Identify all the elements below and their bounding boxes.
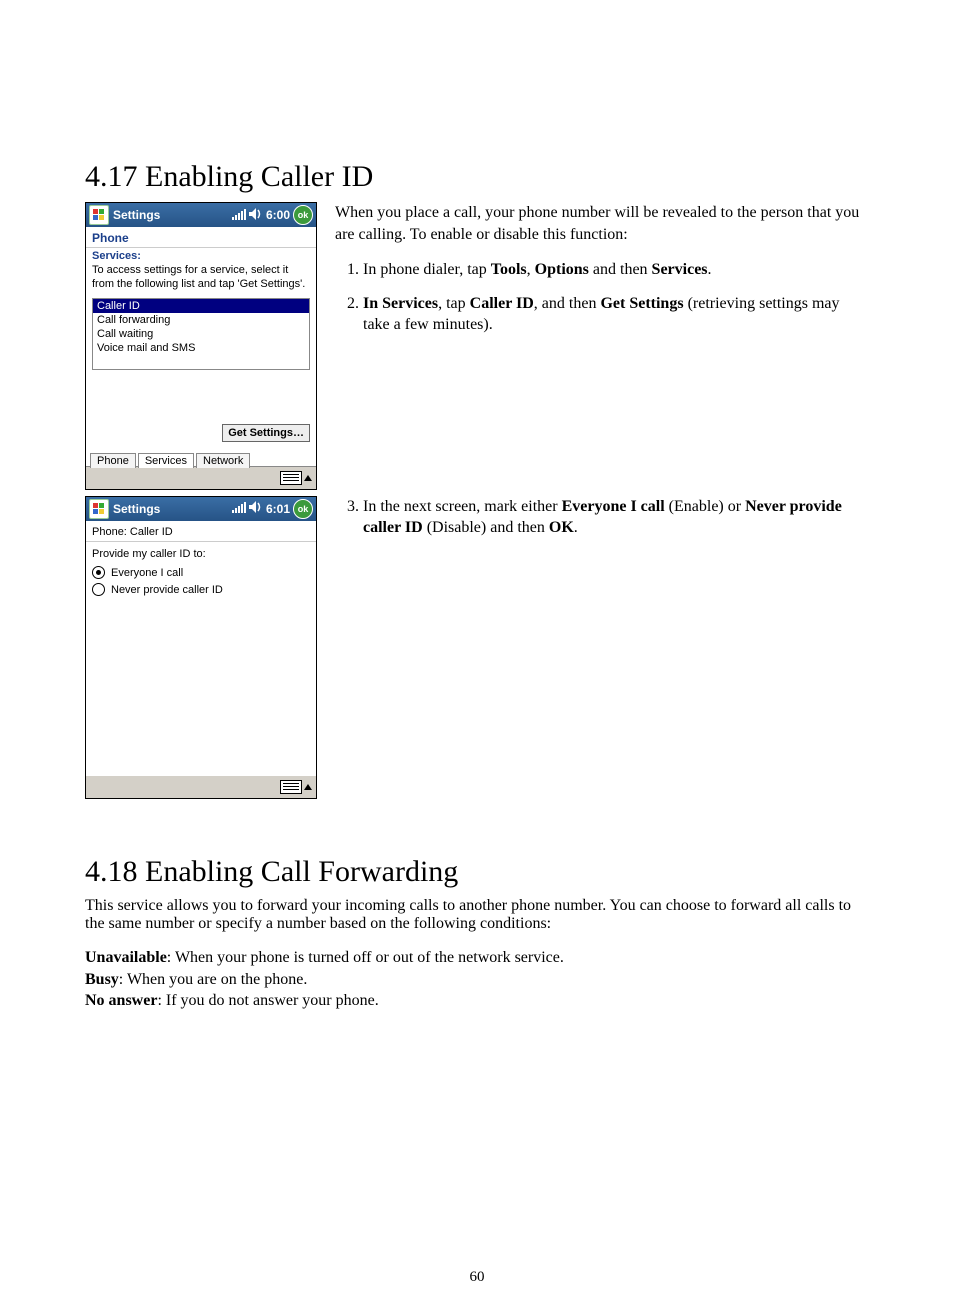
app-title: Phone bbox=[86, 227, 316, 247]
b: Unavailable bbox=[85, 949, 167, 966]
clock: 6:01 bbox=[266, 502, 290, 516]
cond-noanswer: No answer: If you do not answer your pho… bbox=[85, 990, 869, 1012]
b: Tools bbox=[491, 261, 527, 278]
provide-label: Provide my caller ID to: bbox=[86, 542, 316, 564]
b: Get Settings bbox=[600, 295, 683, 312]
services-listbox[interactable]: Caller ID Call forwarding Call waiting V… bbox=[92, 298, 310, 370]
intro-417: When you place a call, your phone number… bbox=[335, 202, 869, 245]
b: Busy bbox=[85, 971, 119, 988]
radio-icon[interactable] bbox=[92, 566, 105, 579]
b: Everyone I call bbox=[562, 498, 665, 515]
titlebar: Settings 6:00 ok bbox=[86, 203, 316, 227]
bottom-bar bbox=[86, 776, 316, 798]
list-item[interactable]: Call waiting bbox=[93, 327, 309, 341]
b: In Services bbox=[363, 295, 438, 312]
radio-label: Everyone I call bbox=[111, 567, 183, 579]
keyboard-icon[interactable] bbox=[280, 471, 302, 485]
services-desc: To access settings for a service, select… bbox=[86, 262, 316, 294]
volume-icon bbox=[249, 501, 263, 516]
titlebar-text: Settings bbox=[113, 208, 160, 222]
keyboard-icon[interactable] bbox=[280, 780, 302, 794]
radio-everyone[interactable]: Everyone I call bbox=[86, 564, 316, 581]
radio-icon[interactable] bbox=[92, 583, 105, 596]
section-heading-417: 4.17 Enabling Caller ID bbox=[85, 160, 869, 194]
step-3: In the next screen, mark either Everyone… bbox=[363, 496, 869, 539]
t: : When you are on the phone. bbox=[119, 971, 308, 988]
row-417b: Settings 6:01 ok Phone: Caller ID Provid… bbox=[85, 496, 869, 800]
cond-unavailable: Unavailable: When your phone is turned o… bbox=[85, 947, 869, 969]
start-icon[interactable] bbox=[89, 499, 109, 519]
text-417-top: When you place a call, your phone number… bbox=[335, 202, 869, 348]
page-number: 60 bbox=[0, 1269, 954, 1286]
get-settings-button[interactable]: Get Settings… bbox=[222, 424, 310, 442]
t: and then bbox=[589, 261, 652, 278]
t: , and then bbox=[534, 295, 601, 312]
t: . bbox=[708, 261, 712, 278]
row-417a: Settings 6:00 ok Phone Services: To acce… bbox=[85, 202, 869, 490]
bottom-bar bbox=[86, 467, 316, 489]
t: , bbox=[527, 261, 535, 278]
volume-icon bbox=[249, 208, 263, 223]
ok-button[interactable]: ok bbox=[293, 205, 313, 225]
t: , tap bbox=[438, 295, 470, 312]
tabs: Phone Services Network bbox=[86, 452, 316, 467]
b: Services bbox=[652, 261, 708, 278]
b: OK bbox=[549, 519, 574, 536]
clock: 6:00 bbox=[266, 208, 290, 222]
tab-services[interactable]: Services bbox=[138, 453, 194, 468]
start-icon[interactable] bbox=[89, 205, 109, 225]
t: In phone dialer, tap bbox=[363, 261, 491, 278]
section-heading-418: 4.18 Enabling Call Forwarding bbox=[85, 855, 869, 889]
tab-phone[interactable]: Phone bbox=[90, 453, 136, 468]
services-label: Services: bbox=[86, 248, 316, 262]
cond-busy: Busy: When you are on the phone. bbox=[85, 969, 869, 991]
list-item[interactable]: Caller ID bbox=[93, 299, 309, 313]
b: No answer bbox=[85, 992, 157, 1009]
t: (Disable) and then bbox=[423, 519, 549, 536]
menu-caret-icon[interactable] bbox=[304, 475, 312, 481]
signal-icon bbox=[232, 501, 246, 516]
intro-418: This service allows you to forward your … bbox=[85, 897, 869, 933]
step-2: In Services, tap Caller ID, and then Get… bbox=[363, 293, 869, 336]
list-item[interactable]: Call forwarding bbox=[93, 313, 309, 327]
t: (Enable) or bbox=[665, 498, 745, 515]
menu-caret-icon[interactable] bbox=[304, 784, 312, 790]
b: Caller ID bbox=[470, 295, 534, 312]
conditions: Unavailable: When your phone is turned o… bbox=[85, 947, 869, 1012]
b: Options bbox=[535, 261, 589, 278]
t: . bbox=[574, 519, 578, 536]
titlebar: Settings 6:01 ok bbox=[86, 497, 316, 521]
signal-icon bbox=[232, 208, 246, 223]
text-417-bottom: In the next screen, mark either Everyone… bbox=[335, 496, 869, 551]
list-item[interactable]: Voice mail and SMS bbox=[93, 341, 309, 355]
screenshot-callerid: Settings 6:01 ok Phone: Caller ID Provid… bbox=[85, 496, 317, 800]
t: : When your phone is turned off or out o… bbox=[167, 949, 564, 966]
radio-never[interactable]: Never provide caller ID bbox=[86, 581, 316, 598]
tab-network[interactable]: Network bbox=[196, 453, 250, 468]
radio-label: Never provide caller ID bbox=[111, 584, 223, 596]
ok-button[interactable]: ok bbox=[293, 499, 313, 519]
screenshot-services: Settings 6:00 ok Phone Services: To acce… bbox=[85, 202, 317, 490]
t: In the next screen, mark either bbox=[363, 498, 562, 515]
t: : If you do not answer your phone. bbox=[157, 992, 378, 1009]
titlebar-text: Settings bbox=[113, 502, 160, 516]
app-title: Phone: Caller ID bbox=[86, 521, 316, 542]
step-1: In phone dialer, tap Tools, Options and … bbox=[363, 259, 869, 281]
